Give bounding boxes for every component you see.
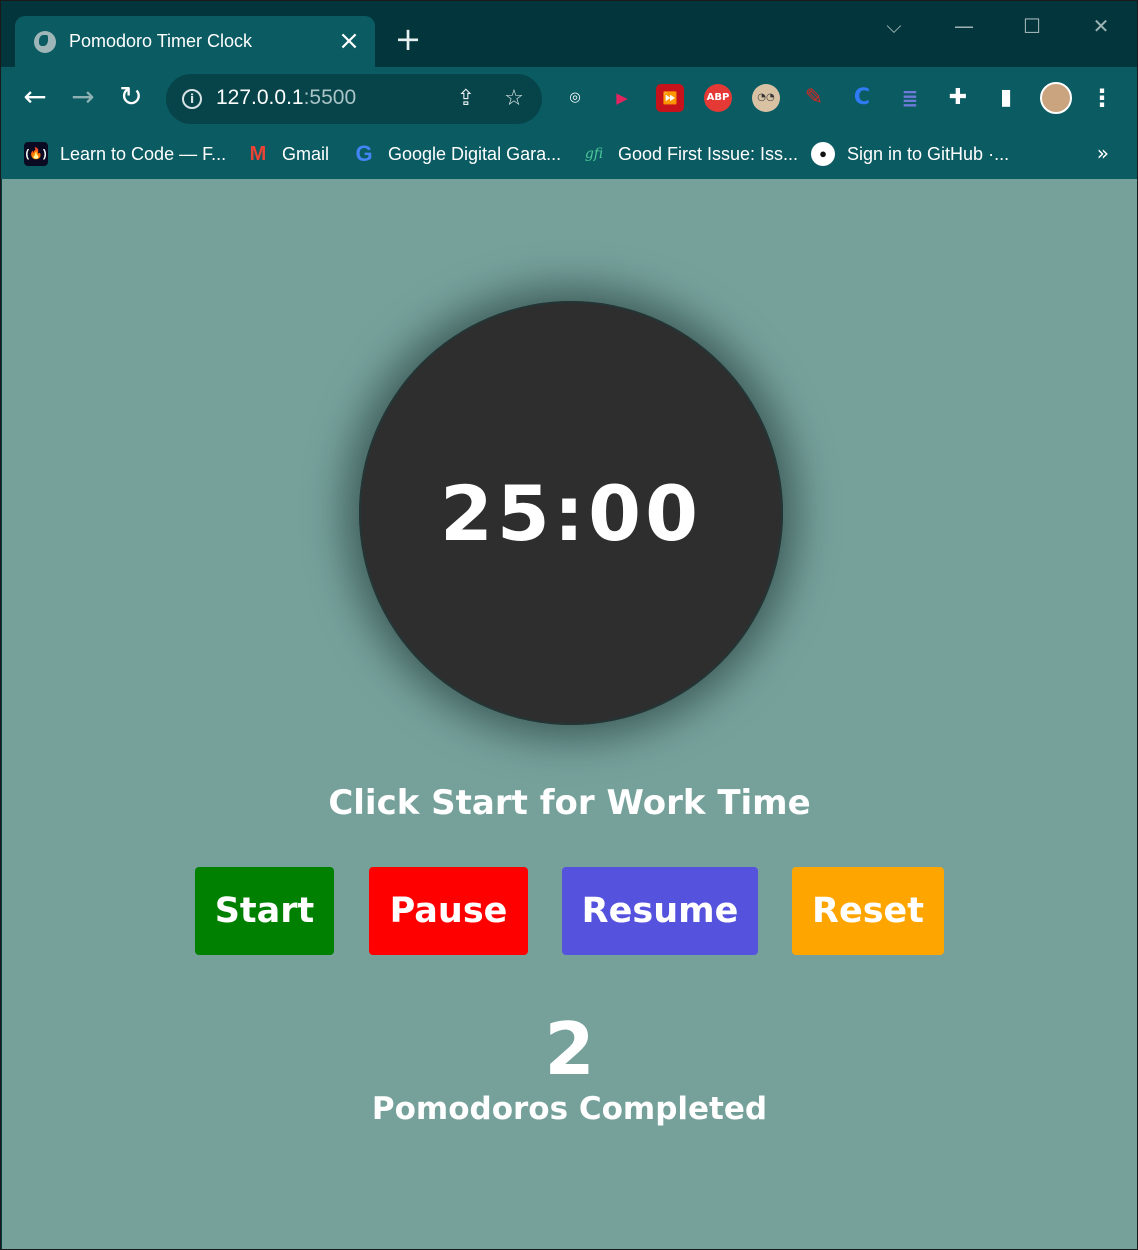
glasses-extension-icon[interactable]: ◔◔ bbox=[752, 84, 780, 112]
sidepanel-glyph: ▮ bbox=[999, 85, 1013, 110]
url-port: :5500 bbox=[303, 86, 357, 109]
avatar[interactable] bbox=[1040, 82, 1072, 114]
marker-extension-glyph: ✎ bbox=[804, 85, 824, 110]
address-bar[interactable]: i 127.0.0.1:5500 ⇪ ☆ bbox=[166, 74, 542, 124]
share-icon[interactable]: ⇪ bbox=[452, 85, 480, 113]
reset-button[interactable]: Reset bbox=[792, 867, 944, 955]
play-extension-icon[interactable]: ▶ bbox=[608, 84, 636, 112]
back-icon[interactable]: ← bbox=[18, 81, 52, 115]
bookmark-google-digital-garage[interactable]: G Google Digital Gara... bbox=[352, 140, 561, 168]
clock-face: 25:00 bbox=[359, 301, 783, 725]
puzzle-extension-icon[interactable]: ✚ bbox=[944, 84, 972, 112]
forward-extension-icon[interactable]: ⏩ bbox=[656, 84, 684, 112]
c-extension-glyph: C bbox=[853, 85, 871, 110]
play-extension-glyph: ▶ bbox=[616, 89, 628, 107]
google-icon: G bbox=[355, 141, 373, 166]
active-tab[interactable]: Pomodoro Timer Clock × bbox=[15, 16, 375, 67]
bookmark-github[interactable]: ● Sign in to GitHub ·... bbox=[811, 140, 1009, 168]
tab-search-icon[interactable]: ⌵ bbox=[874, 11, 914, 41]
forward-extension-glyph: ⏩ bbox=[662, 91, 678, 105]
puzzle-extension-glyph: ✚ bbox=[948, 85, 968, 110]
target-extension-icon[interactable]: ◎ bbox=[561, 84, 589, 112]
c-extension-icon[interactable]: C bbox=[848, 84, 876, 112]
bookmark-good-first-issue[interactable]: gfi Good First Issue: Iss... bbox=[582, 140, 798, 168]
bookmarks-bar: (🔥) Learn to Code — F... M Gmail G Googl… bbox=[1, 129, 1137, 179]
bookmark-freecodecamp[interactable]: (🔥) Learn to Code — F... bbox=[24, 140, 226, 168]
maximize-icon[interactable]: ☐ bbox=[1012, 11, 1052, 41]
start-button[interactable]: Start bbox=[195, 867, 334, 955]
pomodoro-count: 2 bbox=[544, 1007, 595, 1091]
github-icon: ● bbox=[811, 142, 835, 166]
new-tab-button[interactable]: + bbox=[393, 23, 423, 55]
minimize-icon[interactable]: — bbox=[944, 11, 984, 41]
resume-button[interactable]: Resume bbox=[562, 867, 758, 955]
pomodoro-count-label: Pomodoros Completed bbox=[371, 1091, 768, 1127]
sidepanel-icon[interactable]: ▮ bbox=[992, 84, 1020, 112]
tab-title: Pomodoro Timer Clock bbox=[69, 31, 253, 51]
url-host: 127.0.0.1 bbox=[216, 86, 304, 109]
close-window-icon[interactable]: ✕ bbox=[1081, 11, 1121, 41]
search-extension-icon[interactable]: ≣ bbox=[896, 84, 924, 112]
bookmark-star-icon[interactable]: ☆ bbox=[500, 85, 528, 113]
freecodecamp-icon: (🔥) bbox=[24, 142, 48, 166]
bookmark-gmail[interactable]: M Gmail bbox=[246, 140, 329, 168]
adblock-extension-icon[interactable]: ABP bbox=[704, 84, 732, 112]
menu-glyph: ⋮ bbox=[1090, 84, 1114, 112]
forward-icon[interactable]: → bbox=[66, 81, 100, 115]
bookmark-label: Good First Issue: Iss... bbox=[618, 143, 799, 164]
bookmarks-overflow-icon[interactable]: » bbox=[1097, 141, 1109, 165]
adblock-extension-glyph: ABP bbox=[706, 92, 730, 103]
timer-display: 25:00 bbox=[440, 468, 702, 558]
menu-icon[interactable]: ⋮ bbox=[1088, 84, 1116, 112]
close-tab-icon[interactable]: × bbox=[337, 28, 361, 54]
bookmark-label: Gmail bbox=[282, 143, 330, 164]
target-extension-glyph: ◎ bbox=[569, 90, 581, 105]
browser-window: Pomodoro Timer Clock × + ⌵ — ☐ ✕ ← → ↻ i… bbox=[0, 0, 1138, 1250]
glasses-extension-glyph: ◔◔ bbox=[757, 92, 775, 103]
gfi-icon: gfi bbox=[584, 146, 604, 162]
reload-icon[interactable]: ↻ bbox=[114, 81, 148, 115]
url-text[interactable]: 127.0.0.1:5500 bbox=[216, 86, 356, 110]
site-info-icon[interactable]: i bbox=[182, 89, 202, 109]
status-message: Click Start for Work Time bbox=[328, 783, 811, 823]
globe-icon bbox=[34, 30, 56, 53]
gmail-icon: M bbox=[249, 143, 267, 165]
tab-strip: Pomodoro Timer Clock × + ⌵ — ☐ ✕ bbox=[1, 1, 1137, 67]
pause-button[interactable]: Pause bbox=[369, 867, 528, 955]
page-content: 25:00 Click Start for Work Time Start Pa… bbox=[2, 179, 1137, 1249]
browser-toolbar: ← → ↻ i 127.0.0.1:5500 ⇪ ☆ ◎ ▶ ⏩ ABP ◔◔ … bbox=[1, 67, 1137, 129]
bookmark-label: Google Digital Gara... bbox=[388, 143, 562, 164]
bookmark-label: Sign in to GitHub ·... bbox=[847, 143, 1010, 164]
marker-extension-icon[interactable]: ✎ bbox=[800, 84, 828, 112]
bookmark-label: Learn to Code — F... bbox=[60, 143, 227, 164]
search-extension-glyph: ≣ bbox=[901, 86, 919, 110]
